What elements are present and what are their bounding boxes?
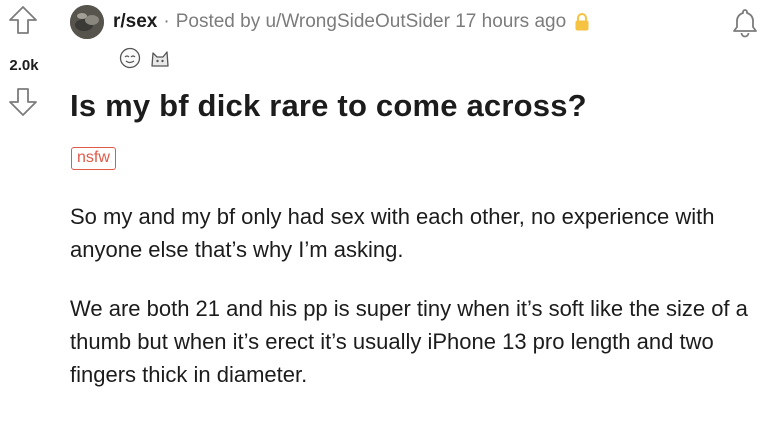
- arrow-down-outline-icon: [9, 88, 37, 116]
- post-paragraph: So my and my bf only had sex with each o…: [70, 204, 715, 262]
- post-paragraph: We are both 21 and his pp is super tiny …: [70, 296, 748, 387]
- post-body: So my and my bf only had sex with each o…: [70, 200, 760, 417]
- post-title[interactable]: Is my bf dick rare to come across?: [70, 88, 587, 124]
- posted-by-text: Posted by u/WrongSideOutSider 17 hours a…: [175, 11, 567, 32]
- arrow-up-outline-icon: [9, 6, 37, 34]
- award-cat-icon[interactable]: [148, 46, 172, 70]
- subreddit-avatar[interactable]: [70, 5, 104, 39]
- vote-score: 2.0k: [9, 57, 39, 74]
- award-face-icon[interactable]: [118, 46, 142, 70]
- upvote-button[interactable]: [7, 4, 39, 36]
- nsfw-tag: nsfw: [71, 147, 116, 170]
- vote-column: 2.0k: [0, 0, 60, 140]
- bell-icon[interactable]: [728, 6, 762, 40]
- lock-icon: [574, 12, 590, 32]
- post-header: r/sex · Posted by u/WrongSideOutSider 17…: [70, 5, 590, 39]
- subreddit-link[interactable]: r/sex: [113, 11, 157, 33]
- downvote-button[interactable]: [7, 86, 39, 118]
- awards-row: [118, 46, 172, 70]
- post-page: 2.0k r/sex · Posted by u/WrongSideOutSid…: [0, 0, 768, 421]
- meta-separator: ·: [163, 11, 170, 32]
